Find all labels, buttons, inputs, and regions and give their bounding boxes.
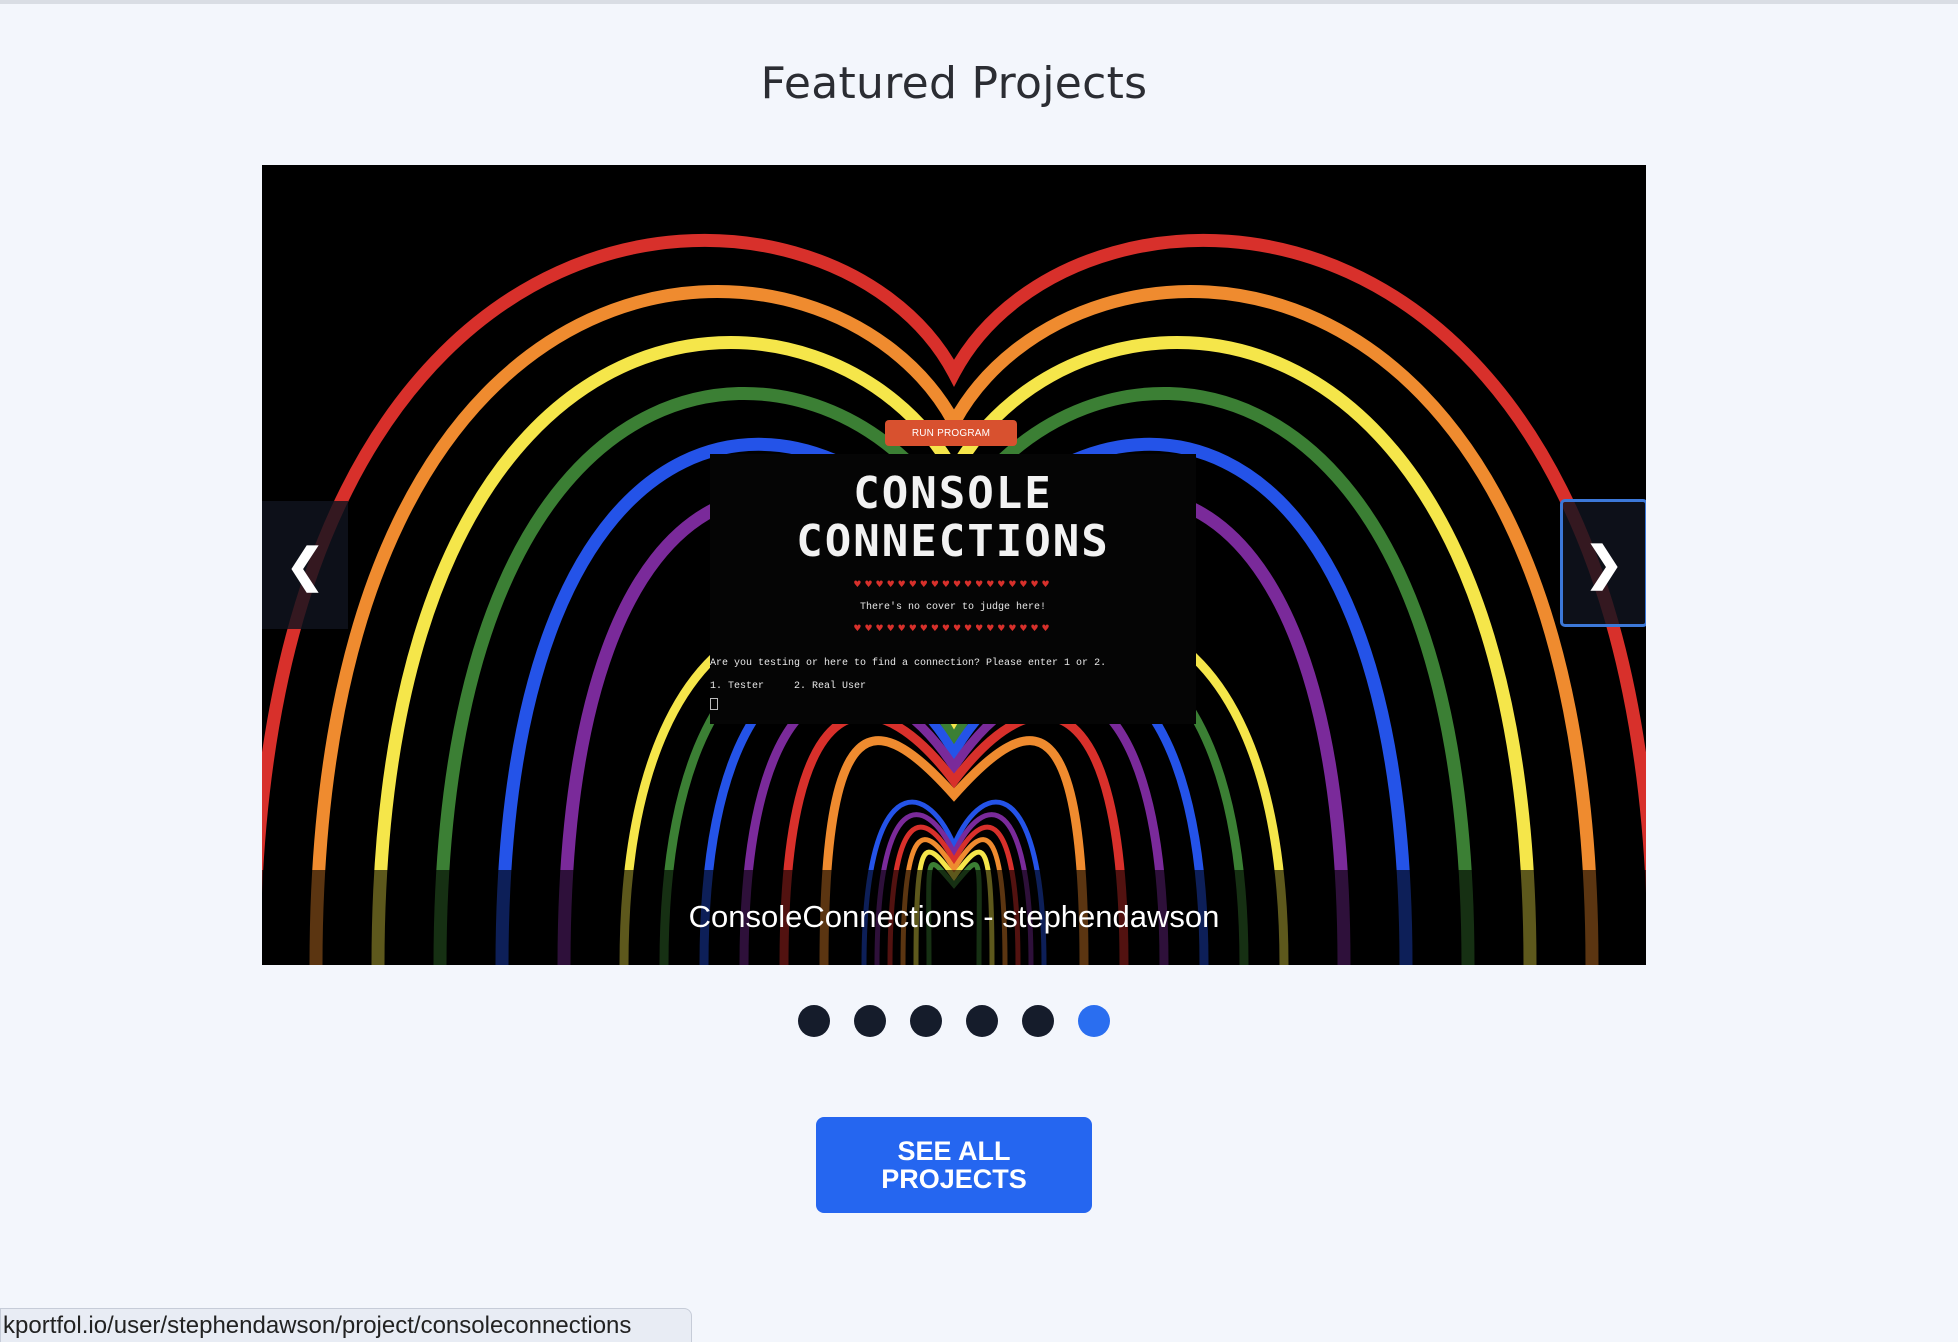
console-logo-line1: CONSOLE [853,468,1053,519]
carousel-dot-2[interactable] [854,1005,886,1037]
console-tagline: There's no cover to judge here! [859,602,1047,613]
hearts-row-bottom: ♥♥♥♥♥♥♥♥♥♥♥♥♥♥♥♥♥♥ [853,624,1053,634]
console-prompt: Are you testing or here to find a connec… [710,658,1107,669]
carousel-dot-6[interactable] [1078,1005,1110,1037]
carousel-dot-4[interactable] [966,1005,998,1037]
run-program-button: RUN PROGRAM [885,420,1017,446]
see-all-label-line1: SEE ALL [897,1136,1011,1166]
carousel-prev-button[interactable]: ❮ [262,501,348,629]
chevron-left-icon: ❮ [285,539,325,591]
section-heading: Featured Projects [760,58,1148,109]
chevron-right-icon: ❯ [1584,537,1624,589]
see-all-label-line2: PROJECTS [881,1164,1027,1194]
console-options: 1. Tester 2. Real User [710,681,867,692]
see-all-projects-button[interactable]: SEE ALL PROJECTS [816,1117,1092,1213]
console-cursor [710,698,718,710]
slide-caption-bar: ConsoleConnections - stephendawson [262,870,1646,965]
carousel-dot-1[interactable] [798,1005,830,1037]
project-carousel: RUN PROGRAM CONSOLE CONNECTIONS ♥♥♥♥♥♥♥♥… [262,165,1646,965]
slide-caption: ConsoleConnections - stephendawson [688,898,1220,934]
hearts-row-top: ♥♥♥♥♥♥♥♥♥♥♥♥♥♥♥♥♥♥ [853,580,1053,590]
carousel-dot-5[interactable] [1022,1005,1054,1037]
console-logo-line2: CONNECTIONS [796,516,1110,567]
console-screenshot: CONSOLE CONNECTIONS ♥♥♥♥♥♥♥♥♥♥♥♥♥♥♥♥♥♥ T… [710,454,1196,724]
status-bar-url: kportfol.io/user/stephendawson/project/c… [0,1308,692,1342]
console-logo: CONSOLE CONNECTIONS [710,470,1196,566]
carousel-indicators [0,1005,1908,1037]
carousel-dot-3[interactable] [910,1005,942,1037]
top-divider [0,0,1958,4]
carousel-next-button[interactable]: ❯ [1560,499,1646,627]
